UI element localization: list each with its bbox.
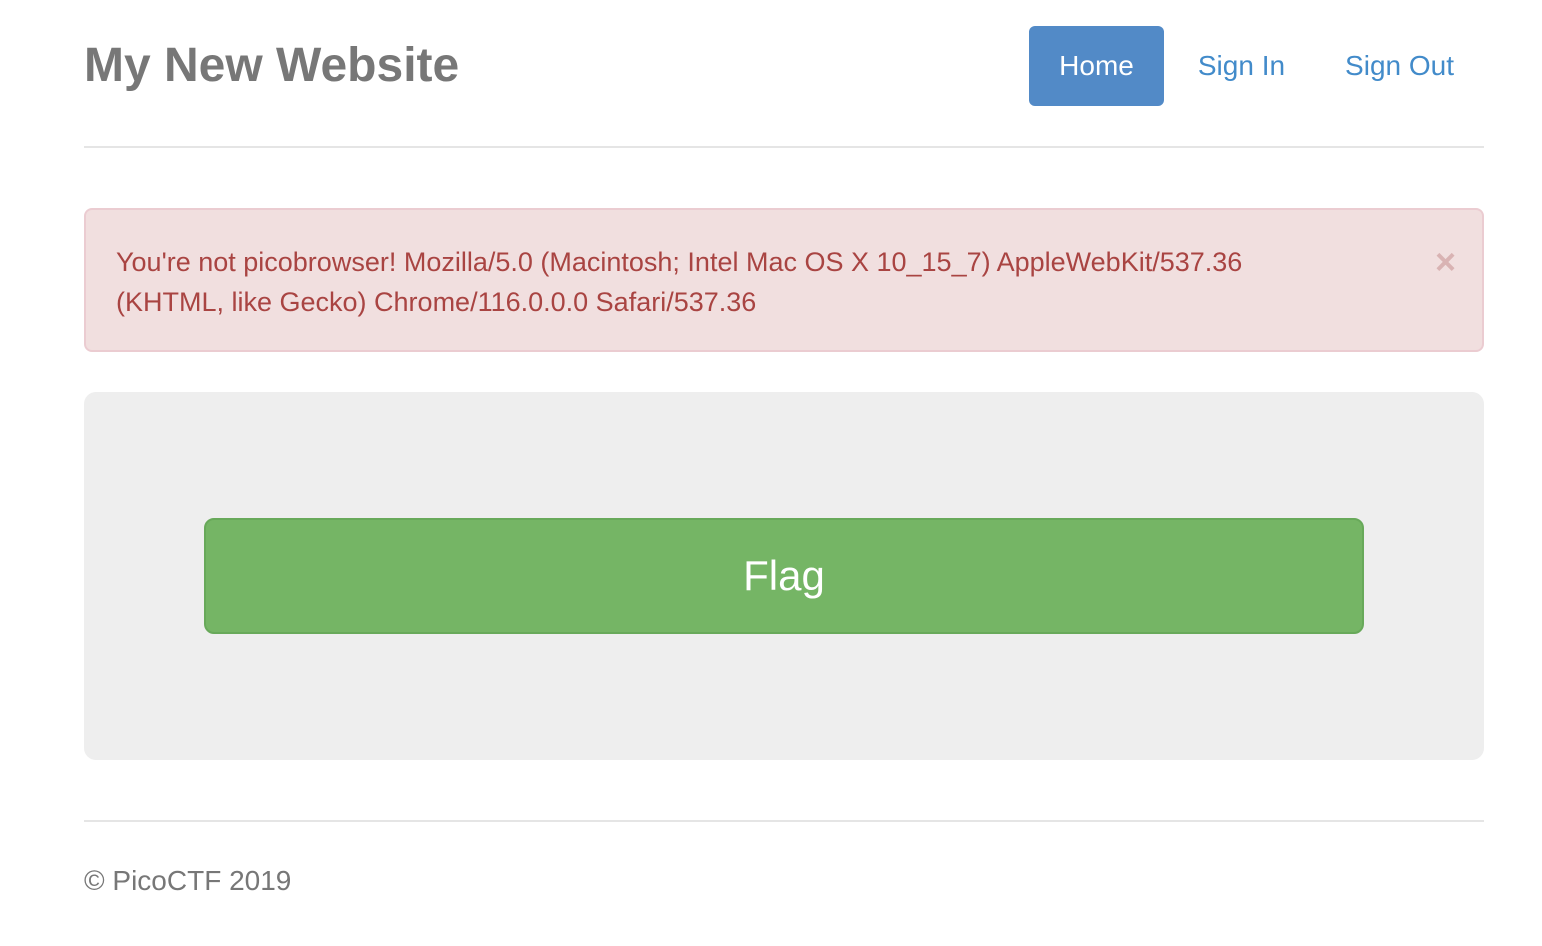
jumbotron: Flag bbox=[84, 392, 1484, 760]
flag-button[interactable]: Flag bbox=[204, 518, 1364, 634]
nav-menu: Home Sign In Sign Out bbox=[1029, 26, 1484, 106]
footer: © PicoCTF 2019 bbox=[84, 820, 1484, 896]
page-container: My New Website Home Sign In Sign Out You… bbox=[84, 0, 1484, 896]
close-icon[interactable]: × bbox=[1435, 244, 1456, 280]
site-title: My New Website bbox=[84, 39, 460, 92]
nav-home-link[interactable]: Home bbox=[1029, 26, 1164, 106]
alert-message: You're not picobrowser! Mozilla/5.0 (Mac… bbox=[116, 247, 1243, 317]
nav-sign-out-link[interactable]: Sign Out bbox=[1315, 26, 1484, 106]
nav-sign-in-link[interactable]: Sign In bbox=[1168, 26, 1315, 106]
footer-copyright: © PicoCTF 2019 bbox=[84, 865, 292, 896]
error-alert: You're not picobrowser! Mozilla/5.0 (Mac… bbox=[84, 208, 1484, 352]
header: My New Website Home Sign In Sign Out bbox=[84, 0, 1484, 148]
